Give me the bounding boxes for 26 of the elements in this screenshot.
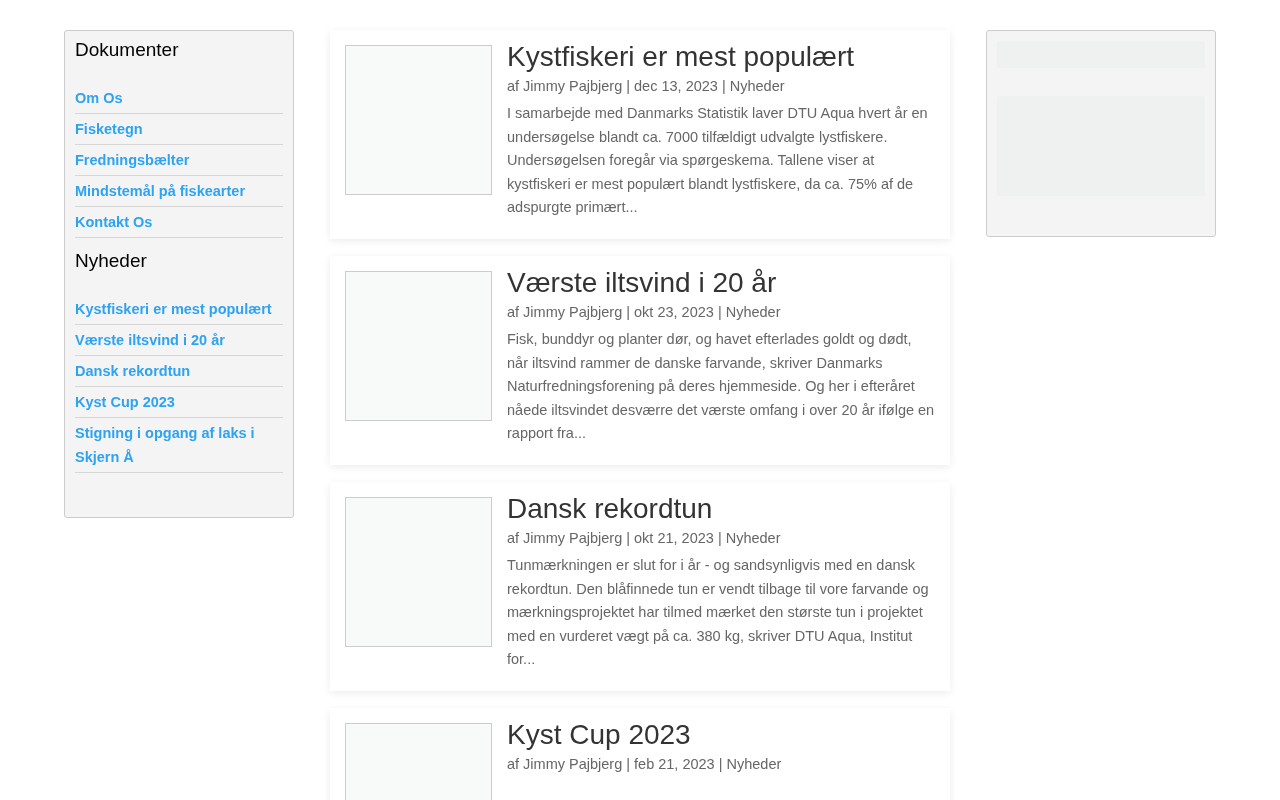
sidebar-link[interactable]: Værste iltsvind i 20 år <box>75 328 283 352</box>
post-title[interactable]: Dansk rekordtun <box>507 494 935 524</box>
post-excerpt: Tunmærkningen er slut for i år - og sandsynligvis med en dansk rekordtun. Den blåfinnede tun er vendt tilbage til vore farvande og mærkningsprojektet har tilmed mærket den største tun i projektet med en vurderet vægt på ca. 380 kg, skriver DTU Aqua, Institut for... <box>507 556 930 669</box>
post-excerpt: I samarbejde med Danmarks Statistik laver DTU Aqua hvert år en undersøgelse blandt ca. 7000 tilfældigt udvalgte lystfiskere. Undersøgelsen foregår via spørgeskema. Tallene viser at kystfiskeri er mest populært blandt lystfiskere, da ca. 75% af de adspurgte primært... <box>507 104 929 217</box>
sidebar-link[interactable]: Mindstemål på fiskearter <box>75 179 283 203</box>
sidebar-link[interactable]: Kystfiskeri er mest populært <box>75 297 283 321</box>
post-meta: af Jimmy Pajbjerg | okt 23, 2023 | Nyheder <box>507 303 782 322</box>
thumbnail-placeholder[interactable] <box>345 271 492 421</box>
post-title[interactable]: Kyst Cup 2023 <box>507 720 782 750</box>
post-title[interactable]: Værste iltsvind i 20 år <box>507 268 935 298</box>
sidebar-link[interactable]: Stigning i opgang af laks i Skjern Å <box>75 421 283 469</box>
thumbnail-placeholder[interactable] <box>345 45 492 195</box>
sidebar-link[interactable]: Fredningsbælter <box>75 148 283 172</box>
sidebar-link[interactable]: Fisketegn <box>75 117 283 141</box>
post-excerpt: Fisk, bunddyr og planter dør, og havet efterlades goldt og dødt, når iltsvind rammer de danske farvande, skriver Danmarks Naturfredningsforening på deres hjemmeside. Og her i efteråret nåede iltsvindet desværre det værste omfang i over 20 år ifølge en rapport fra... <box>507 330 935 443</box>
post-meta: af Jimmy Pajbjerg | feb 21, 2023 | Nyheder <box>507 755 782 774</box>
sidebar-link[interactable]: Kontakt Os <box>75 210 283 234</box>
post-title[interactable]: Kystfiskeri er mest populært <box>507 42 935 72</box>
sidebar-heading: Dokumenter <box>75 39 180 61</box>
sidebar-link[interactable]: Kyst Cup 2023 <box>75 390 283 414</box>
post-meta: af Jimmy Pajbjerg | okt 21, 2023 | Nyheder <box>507 529 782 548</box>
sidebar-heading: Nyheder <box>75 250 148 272</box>
sidebar-link[interactable]: Om Os <box>75 86 283 110</box>
sidebar-link[interactable]: Dansk rekordtun <box>75 359 283 383</box>
thumbnail-placeholder[interactable] <box>345 497 492 647</box>
post-meta: af Jimmy Pajbjerg | dec 13, 2023 | Nyheder <box>507 77 786 96</box>
